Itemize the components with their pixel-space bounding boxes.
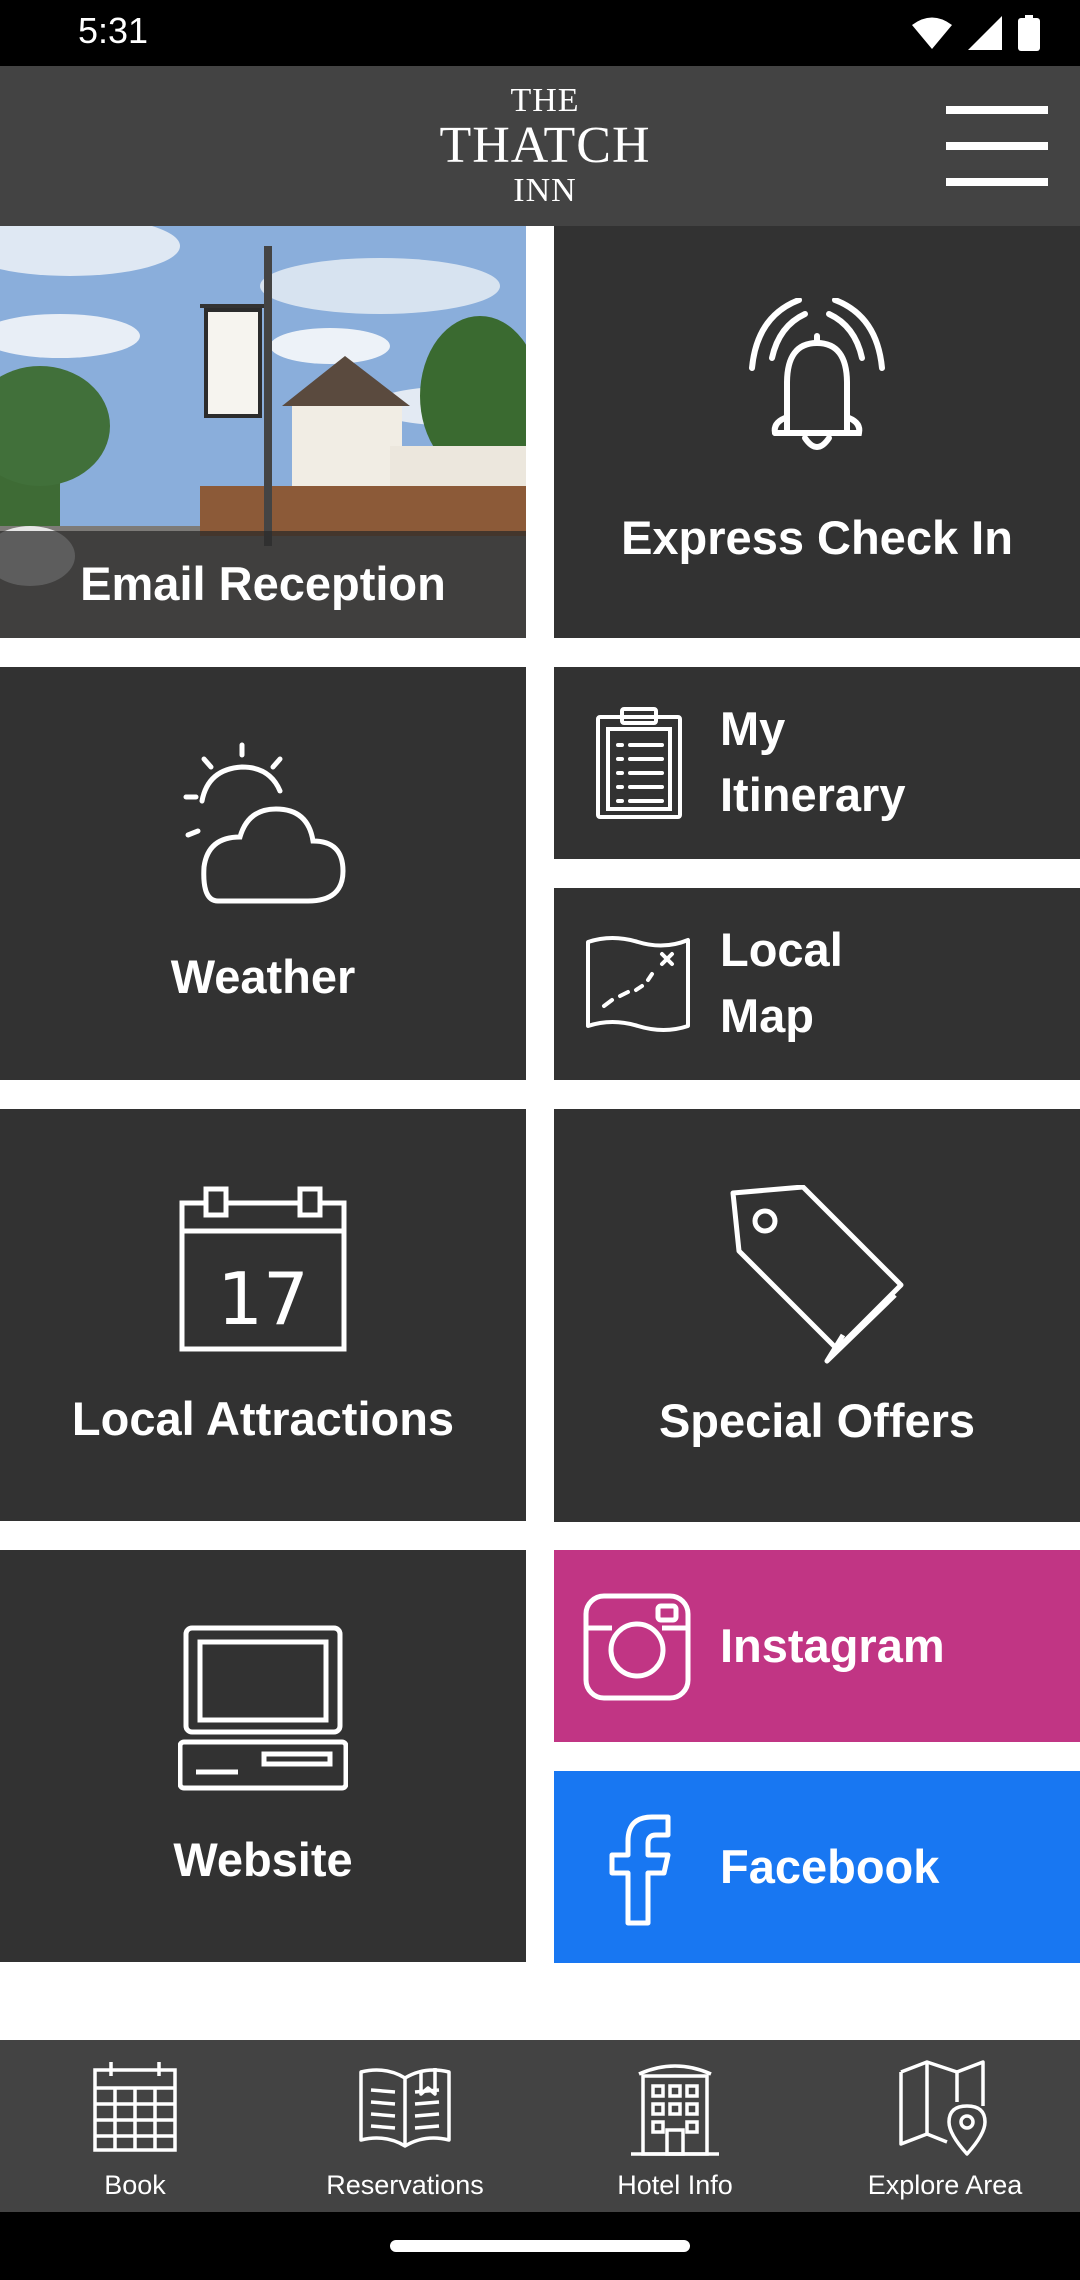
price-tag-icon <box>730 1185 904 1364</box>
weather-cloud-sun-icon <box>183 742 346 904</box>
calendar-day-number: 17 <box>217 1257 309 1341</box>
tab-book-label: Book <box>104 2170 166 2200</box>
hotel-building-icon <box>631 2064 719 2156</box>
email-reception-tile[interactable]: Email Reception <box>0 226 526 638</box>
logo-line-2: THATCH <box>439 117 651 174</box>
treasure-map-icon <box>586 936 690 1032</box>
signal-icon <box>968 16 1002 50</box>
facebook-label: Facebook <box>720 1840 940 1893</box>
facebook-tile[interactable]: Facebook <box>554 1771 1080 1963</box>
status-icons <box>912 14 1040 52</box>
app-header: THE THATCH INN <box>0 66 1080 226</box>
my-itinerary-tile[interactable]: My Itinerary <box>554 667 1080 859</box>
weather-tile[interactable]: Weather <box>0 667 526 1080</box>
calendar-grid-icon <box>93 2062 177 2152</box>
local-attractions-tile[interactable]: 17 Local Attractions <box>0 1109 526 1521</box>
logo-line-1: THE <box>510 82 580 119</box>
my-itinerary-label-line1: My <box>720 702 786 755</box>
status-bar: 5:31 <box>0 0 1080 66</box>
my-itinerary-label: My Itinerary <box>720 696 905 828</box>
my-itinerary-label-line2: Itinerary <box>720 768 906 821</box>
battery-icon <box>1018 15 1040 51</box>
special-offers-label: Special Offers <box>658 1394 976 1447</box>
clipboard-list-icon <box>596 707 682 819</box>
home-gesture-handle[interactable] <box>390 2240 690 2252</box>
website-tile[interactable]: Website <box>0 1550 526 1962</box>
tab-reservations-label: Reservations <box>326 2170 484 2200</box>
local-map-tile[interactable]: Local Map <box>554 888 1080 1080</box>
local-map-label: Local Map <box>720 917 843 1049</box>
tab-hotel-info-label: Hotel Info <box>617 2170 733 2200</box>
map-pin-icon <box>899 2060 987 2156</box>
website-label: Website <box>173 1833 353 1886</box>
bell-icon <box>749 298 885 450</box>
instagram-icon <box>583 1593 691 1701</box>
express-check-in-tile[interactable]: Express Check In <box>554 226 1080 638</box>
email-reception-label: Email Reception <box>80 557 446 610</box>
logo-line-3: INN <box>513 172 577 209</box>
computer-icon <box>178 1625 348 1791</box>
instagram-tile[interactable]: Instagram <box>554 1550 1080 1742</box>
tab-book[interactable]: Book <box>0 2040 270 2212</box>
thatch-inn-logo: THE THATCH INN <box>400 84 690 208</box>
open-book-icon <box>359 2068 451 2148</box>
tab-hotel-info[interactable]: Hotel Info <box>540 2040 810 2212</box>
tab-explore-area[interactable]: Explore Area <box>810 2040 1080 2212</box>
instagram-label: Instagram <box>720 1619 945 1672</box>
wifi-icon <box>912 17 952 49</box>
status-time: 5:31 <box>78 10 149 51</box>
system-nav-bar <box>0 2212 1080 2280</box>
local-map-label-line2: Map <box>720 989 814 1042</box>
special-offers-tile[interactable]: Special Offers <box>554 1109 1080 1522</box>
local-attractions-label: Local Attractions <box>71 1392 455 1445</box>
facebook-icon <box>609 1814 671 1926</box>
hamburger-menu-icon[interactable] <box>946 106 1048 186</box>
tab-explore-area-label: Explore Area <box>867 2170 1023 2200</box>
local-map-label-line1: Local <box>720 923 843 976</box>
bottom-tab-bar: Book Reservations Hotel Info Explore Are… <box>0 2040 1080 2212</box>
express-check-in-label: Express Check In <box>621 511 1013 564</box>
weather-label: Weather <box>170 950 356 1003</box>
tab-reservations[interactable]: Reservations <box>270 2040 540 2212</box>
